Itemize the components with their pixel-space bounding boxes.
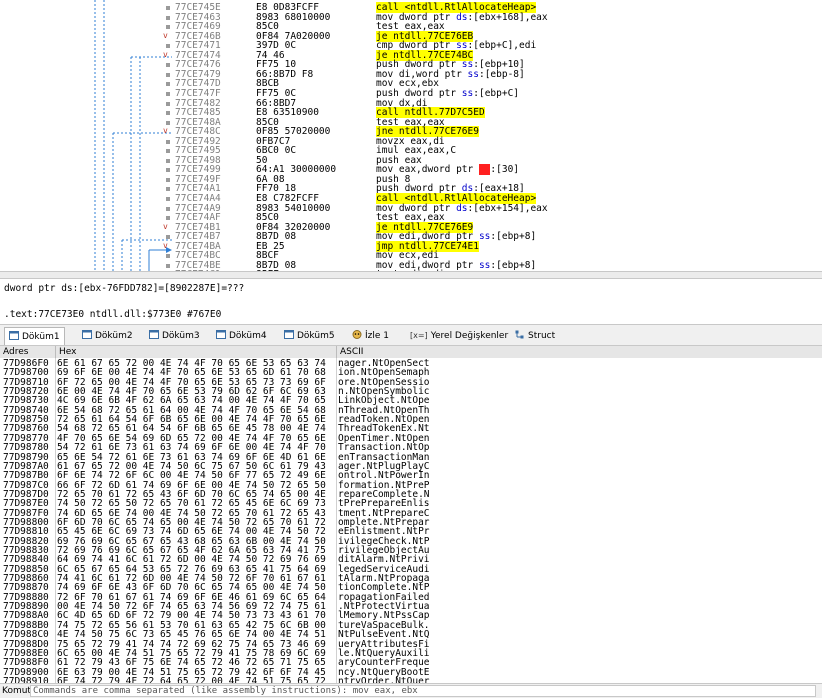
breakpoint-dot-icon[interactable]: [166, 101, 170, 106]
memory-dump-view[interactable]: 77D986F0 6E 61 67 65 72 00 4E 74 4F 70 65…: [0, 358, 822, 683]
tab-label: İzle 1: [365, 331, 390, 341]
column-header-ascii[interactable]: ASCII: [337, 346, 822, 358]
command-input[interactable]: [30, 685, 816, 697]
dump-icon: [284, 328, 294, 339]
breakpoint-dot-icon[interactable]: [166, 187, 170, 192]
command-bar: Komut:: [0, 683, 822, 698]
tab-dump4[interactable]: Döküm4: [212, 327, 271, 345]
breakpoint-dot-icon[interactable]: [166, 168, 170, 173]
locals-icon: [x=]: [410, 331, 428, 340]
instruction-token: ss: [478, 231, 491, 243]
breakpoint-dot-icon[interactable]: [166, 177, 170, 182]
instruction-token: :[ebx+168],eax: [467, 11, 548, 23]
breakpoint-dot-icon[interactable]: [166, 120, 170, 125]
dump-icon: [149, 328, 159, 339]
breakpoint-dot-icon[interactable]: [166, 216, 170, 221]
instruction-token: :[ebp+8]: [490, 259, 537, 271]
instruction-token: :[30]: [490, 164, 520, 176]
info-pane: dword ptr ds:[ebx-76FDD782]=[8902287E]=?…: [0, 279, 822, 324]
instruction-token: :[ebp-8]: [478, 68, 525, 80]
breakpoint-dot-icon[interactable]: [166, 139, 170, 144]
tab-label: Döküm3: [162, 331, 200, 341]
instruction-token: ss: [478, 259, 491, 271]
breakpoint-dot-icon[interactable]: [166, 263, 170, 268]
branch-marker-icon[interactable]: v: [163, 222, 168, 232]
instruction-token: :[ebp+C],edi: [467, 40, 537, 52]
instruction-token: :[ebp+8]: [490, 231, 537, 243]
tab-dump2[interactable]: Döküm2: [78, 327, 137, 345]
branch-marker-icon[interactable]: v: [163, 31, 168, 41]
branch-marker-icon[interactable]: v: [163, 50, 168, 60]
breakpoint-dot-icon[interactable]: [166, 111, 170, 116]
dump-icon: [82, 328, 92, 339]
info-line-operand: dword ptr ds:[ebx-76FDD782]=[8902287E]=?…: [4, 283, 245, 294]
instruction-token: ss: [467, 68, 479, 80]
dump-icon: [216, 328, 226, 339]
tab-dump5[interactable]: Döküm5: [280, 327, 339, 345]
instruction-token: :[ebp+C]: [473, 87, 520, 99]
tab-label: Döküm1: [22, 332, 60, 342]
instruction-token: ds: [456, 202, 468, 214]
branch-marker-icon[interactable]: v: [163, 126, 168, 136]
breakpoint-dot-icon[interactable]: [166, 6, 170, 10]
instruction-token: ss: [461, 87, 474, 99]
info-line-section: .text:77CE73E0 ntdll.dll:$773E0 #767E0: [4, 309, 222, 320]
tab-label: Yerel Değişkenler: [430, 331, 509, 341]
tab-locals[interactable]: [x=] Yerel Değişkenler: [406, 327, 512, 345]
tab-label: Struct: [528, 331, 556, 341]
breakpoint-dot-icon[interactable]: [166, 25, 170, 30]
breakpoint-dot-icon[interactable]: [166, 197, 170, 201]
watch-icon: [352, 328, 362, 339]
tab-label: Döküm2: [95, 331, 133, 341]
breakpoint-dot-icon[interactable]: [166, 44, 170, 49]
tab-dump3[interactable]: Döküm3: [145, 327, 204, 345]
breakpoint-dot-icon[interactable]: [166, 72, 170, 77]
breakpoint-dot-icon[interactable]: [166, 82, 170, 87]
breakpoint-dot-icon[interactable]: [166, 15, 170, 20]
breakpoint-dot-icon[interactable]: [166, 254, 170, 259]
pane-splitter[interactable]: [0, 271, 822, 279]
breakpoint-dot-icon[interactable]: [166, 149, 170, 154]
tab-label: Döküm4: [229, 331, 267, 341]
tab-label: Döküm5: [297, 331, 335, 341]
instruction-token: :[ebx+154],eax: [467, 202, 548, 214]
breakpoint-dot-icon[interactable]: [166, 158, 170, 163]
column-header-address[interactable]: Adres: [0, 346, 56, 358]
disassembly-view[interactable]: 77CE745E E8 0D83FCFF call <ntdll.RtlAlloca…: [0, 0, 822, 271]
tab-struct[interactable]: Struct: [511, 327, 559, 345]
column-header-hex[interactable]: Hex: [56, 346, 337, 358]
instruction-token: fs: [478, 164, 491, 176]
tab-watch1[interactable]: İzle 1: [348, 327, 393, 345]
struct-icon: [515, 328, 525, 339]
disasm-row[interactable]: 77CE7499 64:A1 30000000 mov eax,dword ptr …: [0, 164, 822, 176]
dump-tab-bar: Döküm1 Döküm2 Döküm3 Döküm4 Döküm5 İzle …: [0, 324, 822, 346]
tab-dump1[interactable]: Döküm1: [4, 327, 65, 345]
breakpoint-dot-icon[interactable]: [166, 235, 170, 240]
branch-marker-icon[interactable]: v: [163, 241, 168, 251]
breakpoint-dot-icon[interactable]: [166, 63, 170, 68]
instruction-token: ds: [456, 11, 468, 23]
breakpoint-dot-icon[interactable]: [166, 91, 170, 96]
breakpoint-dot-icon[interactable]: [166, 206, 170, 211]
dump-icon: [9, 329, 19, 340]
